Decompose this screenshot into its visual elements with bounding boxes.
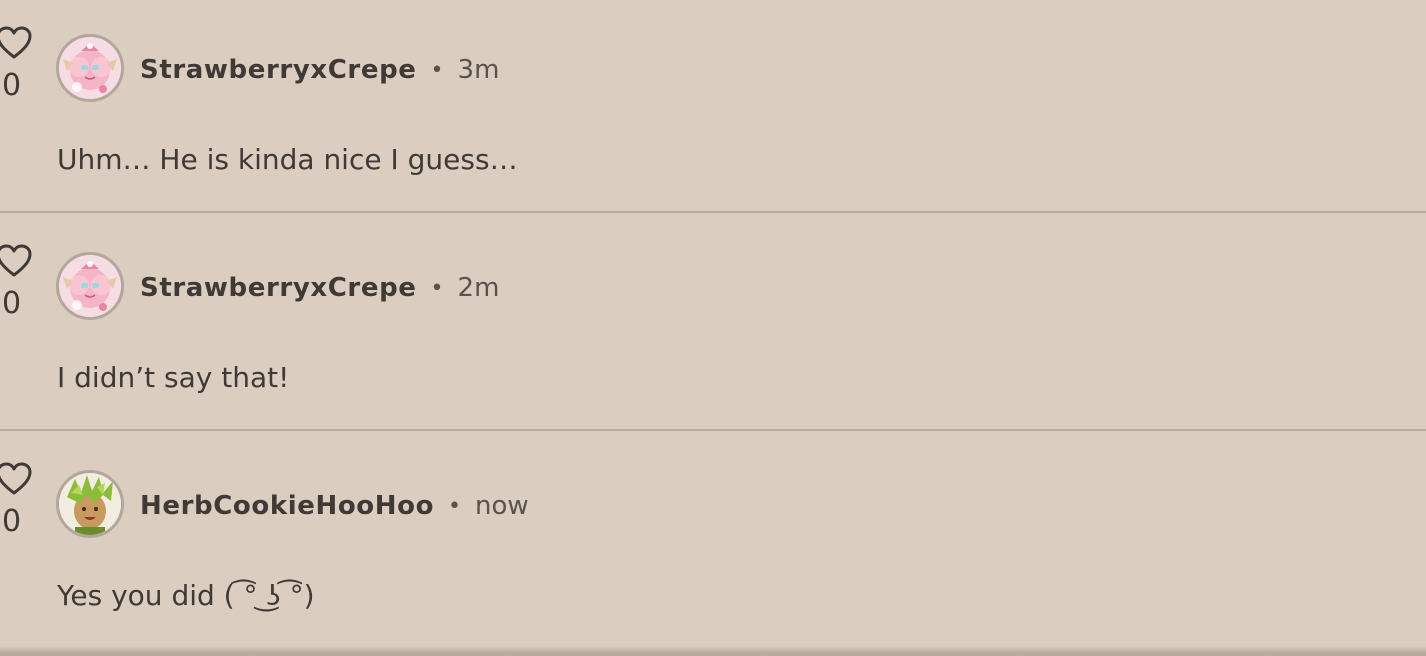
comment-text: Yes you did ( ͡° ͜ʖ ͡°) xyxy=(57,579,315,612)
divider xyxy=(0,211,1426,213)
username[interactable]: HerbCookieHooHoo xyxy=(140,491,434,521)
comment-text: I didn’t say that! xyxy=(57,361,290,394)
username[interactable]: StrawberryxCrepe xyxy=(140,55,417,85)
avatar[interactable] xyxy=(56,34,124,102)
separator-dot: • xyxy=(430,57,444,83)
avatar[interactable] xyxy=(56,252,124,320)
separator-dot: • xyxy=(448,493,462,519)
like-heart-icon[interactable] xyxy=(0,26,34,60)
like-heart-icon[interactable] xyxy=(0,462,34,496)
comment: 0 HerbCookieHooHoo • now Yes you did ( ͡… xyxy=(0,436,1426,654)
separator-dot: • xyxy=(430,275,444,301)
comment-feed: 0 StrawberryxCrepe • 3m Uhm… He is kinda… xyxy=(0,0,1426,656)
like-count: 0 xyxy=(2,286,22,321)
divider xyxy=(0,429,1426,431)
timestamp: now xyxy=(475,491,529,521)
timestamp: 2m xyxy=(457,273,500,303)
comment-meta: StrawberryxCrepe • 2m xyxy=(140,268,499,308)
like-count: 0 xyxy=(2,68,22,103)
like-heart-icon[interactable] xyxy=(0,244,34,278)
avatar[interactable] xyxy=(56,470,124,538)
comment: 0 StrawberryxCrepe • 2m I didn’t say tha… xyxy=(0,218,1426,436)
comment-meta: HerbCookieHooHoo • now xyxy=(140,486,529,526)
comment-meta: StrawberryxCrepe • 3m xyxy=(140,50,499,90)
username[interactable]: StrawberryxCrepe xyxy=(140,273,417,303)
comment: 0 StrawberryxCrepe • 3m Uhm… He is kinda… xyxy=(0,0,1426,218)
herb-avatar-icon xyxy=(59,473,121,535)
timestamp: 3m xyxy=(457,55,500,85)
like-count: 0 xyxy=(2,504,22,539)
divider xyxy=(0,646,1426,656)
comment-text: Uhm… He is kinda nice I guess… xyxy=(57,143,518,176)
strawberry-avatar-icon xyxy=(59,255,121,317)
strawberry-avatar-icon xyxy=(59,37,121,99)
